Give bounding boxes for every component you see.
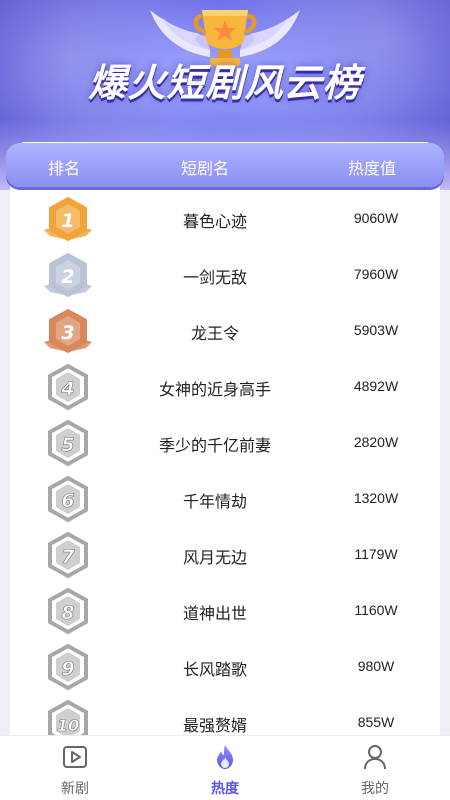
heat-value: 855W (357, 714, 395, 730)
tab-new[interactable]: 新剧 (0, 736, 150, 800)
drama-title: 季少的千亿前妻 (158, 436, 271, 455)
rank-number: 9 (61, 658, 74, 680)
bottom-tab-bar: 新剧 热度 我的 (0, 735, 450, 800)
drama-title: 长风踏歌 (182, 660, 247, 679)
heat-value: 4892W (353, 378, 399, 394)
list-item[interactable]: 8 道神出世 1160W (0, 582, 450, 638)
flame-icon (217, 745, 233, 769)
heat-value: 5903W (353, 322, 399, 338)
header-name: 短剧名 (181, 159, 230, 178)
drama-title: 女神的近身高手 (158, 380, 271, 399)
rank-badge-icon: 5 (48, 420, 88, 467)
heat-value: 2820W (353, 434, 399, 450)
drama-title: 风月无边 (182, 548, 247, 567)
tab-label: 热度 (211, 781, 239, 797)
rank-badge-icon: 10 (48, 700, 88, 735)
drama-title: 道神出世 (182, 604, 247, 623)
list-item[interactable]: 4 女神的近身高手 4892W (0, 358, 450, 414)
rank-number: 10 (57, 716, 79, 735)
heat-value: 1160W (354, 602, 398, 618)
rank-number: 6 (61, 490, 74, 512)
list-item[interactable]: 7 风月无边 1179W (0, 526, 450, 582)
heat-value: 9060W (353, 210, 399, 226)
list-item[interactable]: 2 一剑无敌 7960W (0, 246, 450, 302)
list-item[interactable]: 10 最强赘婿 855W (0, 694, 450, 735)
rank-number: 2 (61, 266, 74, 288)
heat-value: 980W (357, 658, 395, 674)
video-play-icon (63, 746, 87, 768)
rank-badge-icon: 8 (48, 588, 88, 635)
list-item[interactable]: 6 千年情劫 1320W (0, 470, 450, 526)
drama-title: 暮色心迹 (182, 212, 247, 231)
rank-number: 4 (60, 378, 74, 400)
rank-number: 5 (61, 434, 74, 456)
rank-number: 1 (61, 210, 74, 232)
rank-badge-icon: 9 (48, 644, 88, 691)
ranking-list: 1 暮色心迹 9060W 2 一剑无敌 7960W 3 龙王令 5903W 4 … (0, 190, 450, 735)
drama-title: 一剑无敌 (182, 268, 247, 287)
list-header: 排名 短剧名 热度值 (6, 143, 444, 187)
heat-value: 1320W (353, 490, 399, 506)
rank-badge-gold-icon: 1 (44, 196, 92, 242)
header-heat: 热度值 (348, 159, 397, 178)
drama-title: 千年情劫 (182, 492, 247, 511)
list-item[interactable]: 1 暮色心迹 9060W (0, 190, 450, 246)
heat-value: 7960W (353, 266, 399, 282)
list-item[interactable]: 5 季少的千亿前妻 2820W (0, 414, 450, 470)
page-title: 爆火短剧风云榜 (88, 61, 362, 105)
rank-badge-icon: 6 (48, 476, 88, 523)
tab-label: 我的 (361, 781, 389, 797)
heat-value: 1179W (354, 546, 398, 562)
tab-hot[interactable]: 热度 (150, 736, 300, 800)
list-item[interactable]: 3 龙王令 5903W (0, 302, 450, 358)
rank-number: 8 (61, 602, 74, 624)
rank-number: 3 (61, 322, 74, 344)
tab-mine[interactable]: 我的 (300, 736, 450, 800)
user-icon (364, 745, 386, 770)
rank-badge-silver-icon: 2 (44, 252, 92, 298)
list-item[interactable]: 9 长风踏歌 980W (0, 638, 450, 694)
rank-badge-icon: 7 (48, 532, 88, 579)
rank-badge-icon: 4 (48, 364, 88, 411)
rank-number: 7 (61, 546, 75, 568)
drama-title: 龙王令 (190, 324, 239, 343)
rank-badge-bronze-icon: 3 (44, 308, 92, 354)
header-rank: 排名 (48, 159, 81, 178)
tab-label: 新剧 (61, 781, 89, 797)
drama-title: 最强赘婿 (182, 716, 247, 735)
